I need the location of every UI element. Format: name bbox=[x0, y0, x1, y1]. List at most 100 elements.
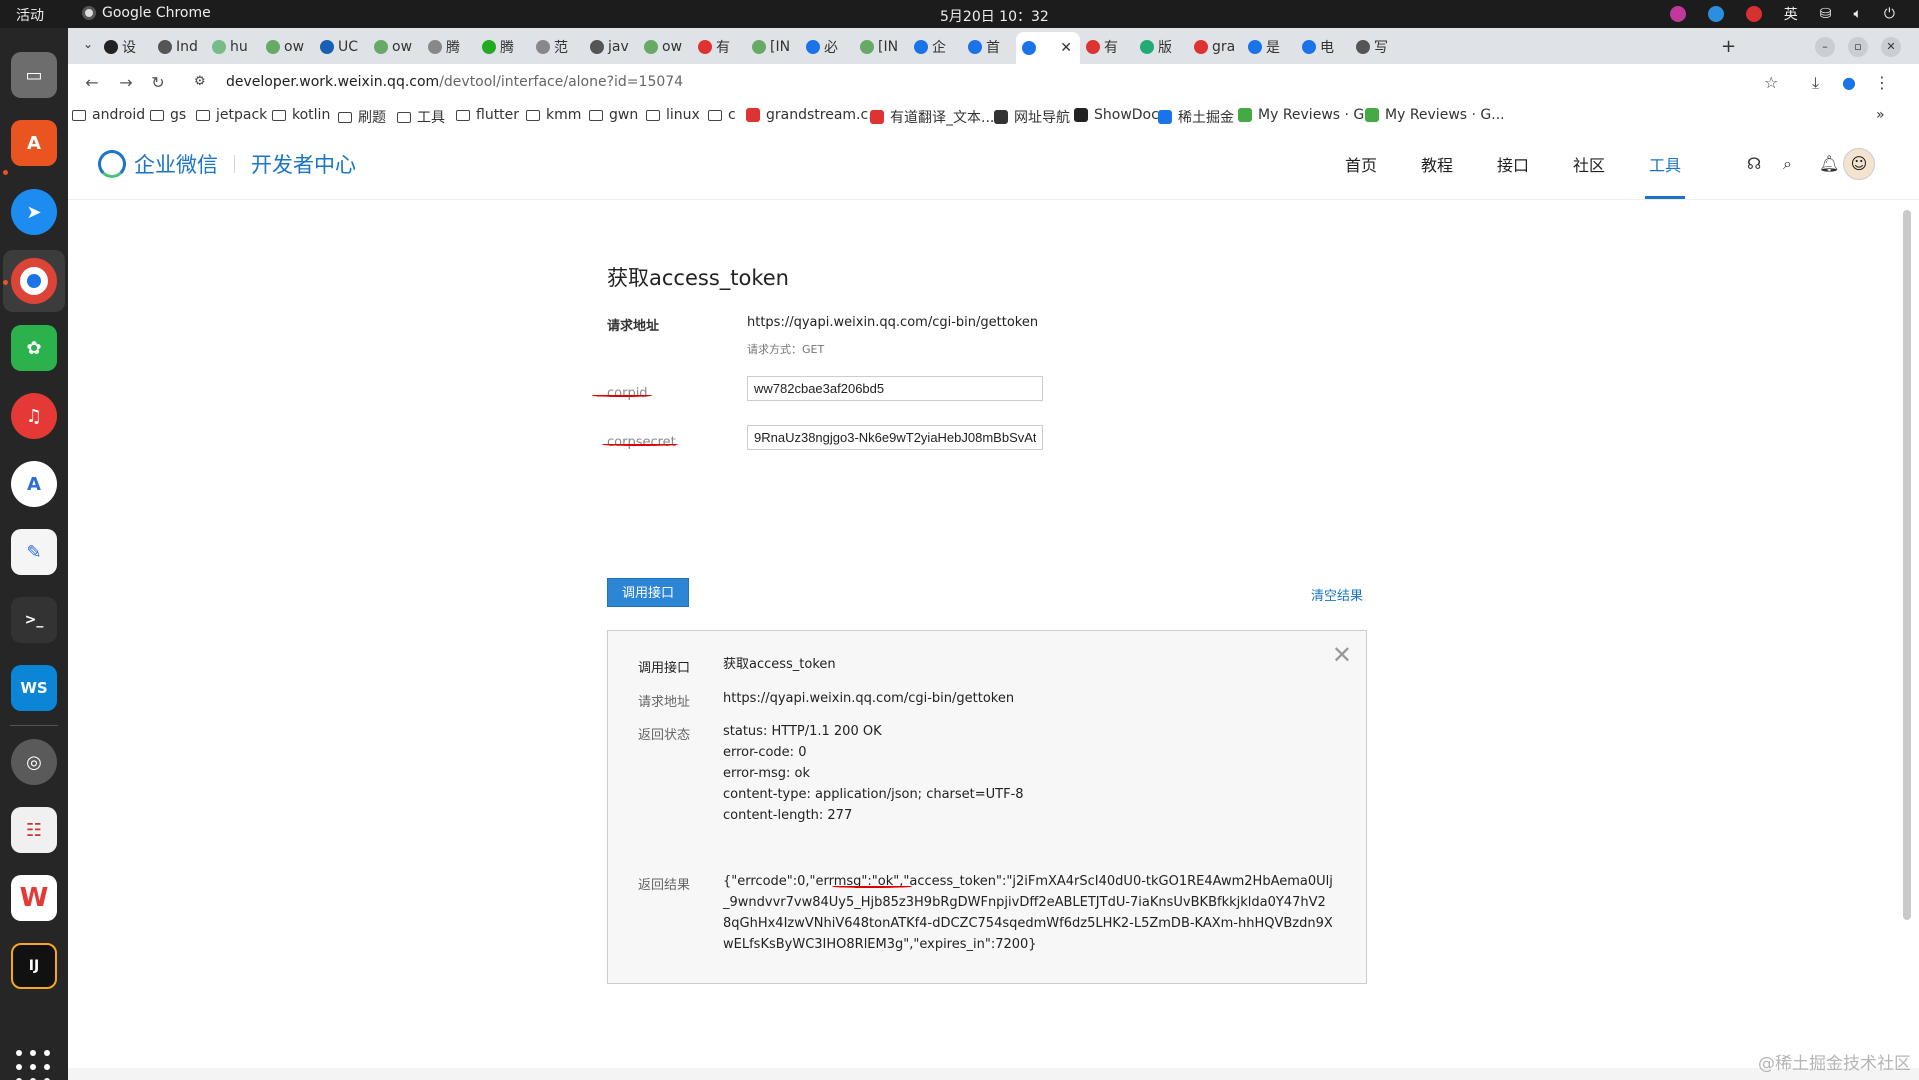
browser-tab[interactable]: 版 bbox=[1134, 34, 1190, 60]
disk-icon[interactable]: ◎ bbox=[11, 739, 57, 785]
tab-close-icon[interactable]: ✕ bbox=[1060, 40, 1072, 56]
text-editor-icon[interactable]: ✎ bbox=[11, 529, 57, 575]
browser-tab[interactable]: Ind bbox=[152, 34, 208, 60]
browser-tab[interactable]: 腾 bbox=[422, 34, 478, 60]
browser-tab[interactable]: 首 bbox=[962, 34, 1018, 60]
bookmark-item[interactable]: jetpack bbox=[196, 107, 267, 123]
site-logo[interactable]: 企业微信 开发者中心 bbox=[98, 149, 356, 179]
wps-icon[interactable]: W bbox=[11, 875, 57, 921]
clear-results-link[interactable]: 清空结果 bbox=[1311, 585, 1363, 604]
reader-icon[interactable]: ☷ bbox=[11, 807, 57, 853]
browser-tab[interactable]: 必 bbox=[800, 34, 856, 60]
nav-api[interactable]: 接口 bbox=[1497, 152, 1529, 176]
browser-tab[interactable]: 有 bbox=[1080, 34, 1136, 60]
bookmark-item[interactable]: grandstream.c... bbox=[746, 107, 882, 123]
browser-tab[interactable]: 有 bbox=[692, 34, 748, 60]
vertical-scrollbar[interactable] bbox=[1903, 210, 1911, 920]
network-icon[interactable]: ⛁ bbox=[1820, 6, 1832, 22]
bookmark-item[interactable]: gwn bbox=[589, 107, 638, 123]
bookmark-item[interactable]: linux bbox=[646, 107, 700, 123]
browser-tab[interactable]: 企 bbox=[908, 34, 964, 60]
browser-tab[interactable]: 电 bbox=[1296, 34, 1352, 60]
bookmark-item[interactable]: gs bbox=[150, 107, 186, 123]
forward-icon[interactable]: → bbox=[116, 73, 136, 92]
browser-tab[interactable]: ow bbox=[638, 34, 694, 60]
nav-tutorial[interactable]: 教程 bbox=[1421, 152, 1453, 176]
url-text[interactable]: developer.work.weixin.qq.com/devtool/int… bbox=[226, 74, 683, 90]
maximize-icon[interactable]: ▫ bbox=[1848, 37, 1868, 57]
browser-tab[interactable]: gra bbox=[1188, 34, 1244, 60]
feishu-icon[interactable]: ➤ bbox=[11, 189, 57, 235]
terminal-icon[interactable]: >_ bbox=[11, 597, 57, 643]
corpid-input[interactable] bbox=[747, 376, 1043, 401]
browser-tab[interactable]: [IN bbox=[854, 34, 910, 60]
intellij-icon[interactable]: IJ bbox=[11, 943, 57, 989]
tab-active[interactable]: ✕ bbox=[1016, 32, 1080, 64]
profile-icon[interactable]: ● bbox=[1842, 73, 1856, 92]
browser-tab[interactable]: 写 bbox=[1350, 34, 1406, 60]
tray-app-icon[interactable] bbox=[1745, 6, 1762, 22]
horizontal-scrollbar[interactable] bbox=[68, 1068, 1919, 1080]
browser-tab[interactable]: 范 bbox=[530, 34, 586, 60]
nav-community[interactable]: 社区 bbox=[1573, 152, 1605, 176]
close-window-icon[interactable]: ✕ bbox=[1881, 37, 1901, 57]
bookmark-item[interactable]: kotlin bbox=[272, 107, 330, 123]
webstorm-icon[interactable]: WS bbox=[11, 665, 57, 711]
bookmark-item[interactable]: 刷题 bbox=[338, 107, 386, 127]
chrome-dock-icon[interactable] bbox=[11, 258, 57, 304]
bookmark-item[interactable]: kmm bbox=[526, 107, 581, 123]
bookmark-item[interactable]: My Reviews · G... bbox=[1365, 107, 1505, 123]
browser-tab[interactable]: [IN bbox=[746, 34, 802, 60]
app-menu[interactable]: Google Chrome bbox=[82, 5, 211, 21]
browser-tab[interactable]: ow bbox=[368, 34, 424, 60]
browser-tab[interactable]: hu bbox=[206, 34, 262, 60]
search-icon[interactable]: ⌕ bbox=[1783, 154, 1792, 174]
bookmark-item[interactable]: 工具 bbox=[397, 107, 445, 127]
bookmark-item[interactable]: 有道翻译_文本... bbox=[870, 107, 994, 127]
bookmark-item[interactable]: android bbox=[72, 107, 145, 123]
reload-icon[interactable]: ↻ bbox=[148, 73, 168, 92]
bookmark-item[interactable]: My Reviews · G... bbox=[1238, 107, 1378, 123]
wechat-icon[interactable]: ✿ bbox=[11, 325, 57, 371]
browser-tab[interactable]: 腾 bbox=[476, 34, 532, 60]
input-method-indicator[interactable]: 英 bbox=[1784, 4, 1798, 24]
avatar[interactable]: ☺ bbox=[1843, 148, 1875, 180]
omnibox[interactable]: ⚙ developer.work.weixin.qq.com/devtool/i… bbox=[186, 68, 1866, 98]
tray-app-icon[interactable] bbox=[1669, 6, 1686, 22]
music-icon[interactable]: ♫ bbox=[11, 393, 57, 439]
browser-tab[interactable]: 设 bbox=[98, 34, 154, 60]
bookmark-item[interactable]: ShowDoc bbox=[1074, 107, 1159, 123]
clock[interactable]: 5月20日 10：32 bbox=[940, 6, 1049, 26]
browser-tab[interactable]: jav bbox=[584, 34, 640, 60]
download-icon[interactable]: ⤓ bbox=[1812, 73, 1819, 93]
bookmark-item[interactable]: c bbox=[708, 107, 736, 123]
nav-tools[interactable]: 工具 bbox=[1649, 152, 1681, 176]
menu-icon[interactable]: ⋮ bbox=[1874, 73, 1890, 92]
bookmark-star-icon[interactable]: ☆ bbox=[1764, 73, 1778, 92]
power-icon[interactable]: ⏻ bbox=[1884, 6, 1895, 22]
browser-tab[interactable]: 是 bbox=[1242, 34, 1298, 60]
back-icon[interactable]: ← bbox=[82, 73, 102, 92]
bell-icon[interactable]: 🔔︎ bbox=[1819, 154, 1839, 173]
nav-home[interactable]: 首页 bbox=[1345, 152, 1377, 176]
files-icon[interactable]: ▭ bbox=[11, 52, 57, 98]
volume-icon[interactable]: 🔈︎ bbox=[1854, 6, 1862, 22]
bookmarks-more[interactable]: » bbox=[1876, 107, 1885, 123]
minimize-icon[interactable]: – bbox=[1815, 37, 1835, 57]
browser-tab[interactable]: UC bbox=[314, 34, 370, 60]
show-apps-icon[interactable] bbox=[16, 1050, 52, 1080]
app-center-icon[interactable]: A bbox=[11, 120, 57, 166]
call-api-button[interactable]: 调用接口 bbox=[607, 578, 689, 607]
tab-search-icon[interactable]: ⌄ bbox=[78, 37, 98, 57]
close-icon[interactable]: ✕ bbox=[1332, 643, 1352, 667]
android-studio-icon[interactable]: A bbox=[11, 461, 57, 507]
tray-app-icon[interactable] bbox=[1707, 6, 1724, 22]
bookmark-item[interactable]: flutter bbox=[456, 107, 519, 123]
bookmark-item[interactable]: 稀土掘金 bbox=[1158, 107, 1234, 127]
activities-button[interactable]: 活动 bbox=[16, 5, 44, 25]
browser-tab[interactable]: ow bbox=[260, 34, 316, 60]
site-info-icon[interactable]: ⚙ bbox=[194, 74, 206, 89]
headset-icon[interactable]: ☊ bbox=[1747, 154, 1761, 173]
bookmark-item[interactable]: 网址导航 bbox=[994, 107, 1070, 127]
new-tab-button[interactable]: + bbox=[1721, 36, 1736, 57]
